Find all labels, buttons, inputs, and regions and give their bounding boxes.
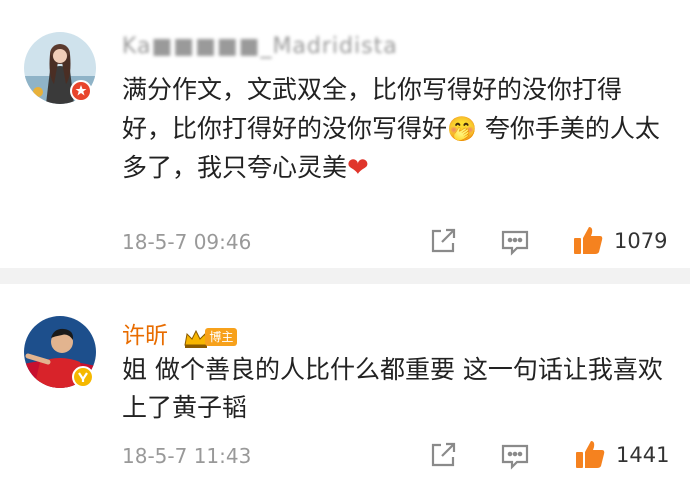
share-icon[interactable] xyxy=(428,226,458,256)
comment-icon[interactable] xyxy=(500,227,530,257)
like-icon[interactable] xyxy=(574,438,605,468)
comment-username[interactable]: Ka■■■■■_Madridista xyxy=(122,34,398,59)
like-count: 1079 xyxy=(614,229,668,253)
comment-username[interactable]: 许昕 博主 xyxy=(122,316,238,350)
verified-icon xyxy=(72,366,94,388)
comment-time: 18-5-7 11:43 xyxy=(122,444,252,468)
face-emoji: 🤭 xyxy=(447,115,477,143)
like-count: 1441 xyxy=(616,443,670,467)
heart-emoji: ❤ xyxy=(347,153,369,183)
comment-text: 姐 做个善良的人比什么都重要 这一句话让我喜欢上了黄子韬 xyxy=(122,355,663,422)
verified-icon xyxy=(70,80,92,102)
comment-card: Ka■■■■■_Madridista 满分作文，文武双全，比你写得好的没你打得好… xyxy=(0,0,690,268)
blogger-badge: 博主 xyxy=(205,327,238,346)
like-icon[interactable] xyxy=(572,224,603,254)
share-icon[interactable] xyxy=(428,440,458,470)
comment-time: 18-5-7 09:46 xyxy=(122,230,252,254)
comment-text: 满分作文，文武双全，比你写得好的没你打得好，比你打得好的没你写得好🤭 夸你手美的… xyxy=(122,70,666,187)
username-text: 许昕 xyxy=(122,323,168,349)
comment-divider xyxy=(0,268,690,284)
comment-card: 许昕 博主 姐 做个善良的人比什么都重要 这一句话让我喜欢上了黄子韬 18-5-… xyxy=(0,284,690,500)
comment-icon[interactable] xyxy=(500,441,530,471)
